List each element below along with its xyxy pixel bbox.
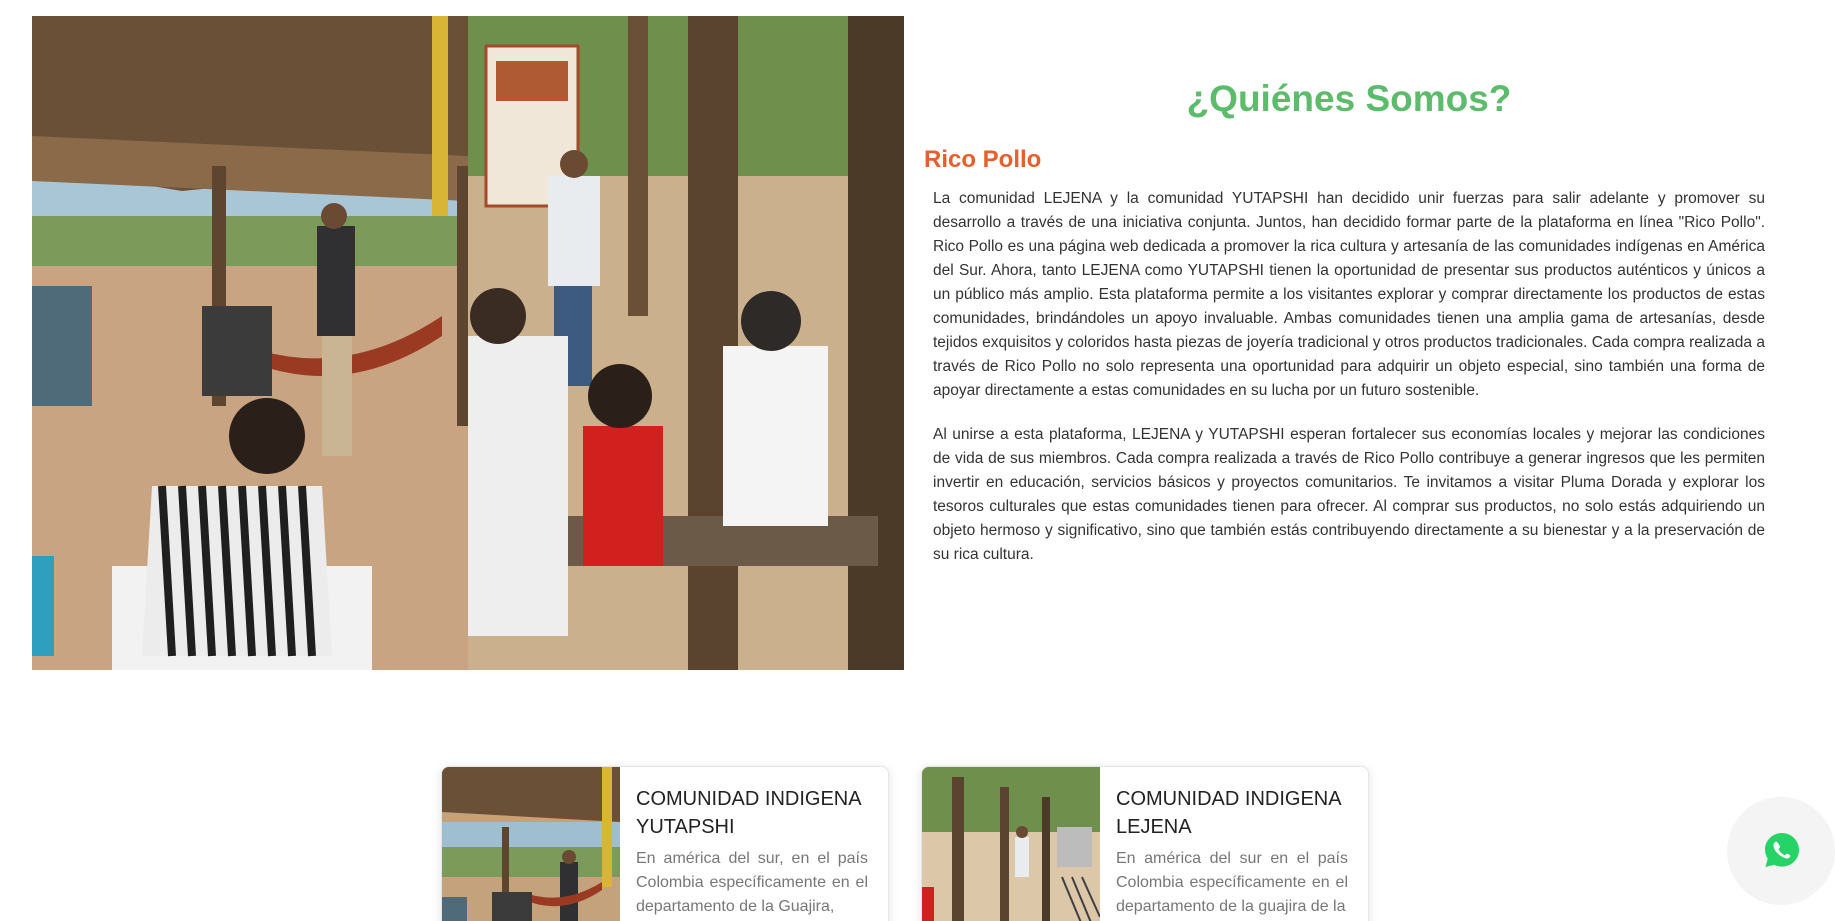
about-subtitle: Rico Pollo (924, 146, 1042, 173)
card-description: En américa del sur en el país Colombia e… (1116, 850, 1348, 915)
card-description: En américa del sur, en el país Colombia … (636, 850, 868, 915)
about-title: ¿Quiénes Somos? (1186, 78, 1512, 119)
community-card-yutapshi[interactable]: COMUNIDAD INDIGENA YUTAPSHI En américa d… (441, 766, 889, 921)
card-title[interactable]: COMUNIDAD INDIGENA LEJENA (1116, 785, 1348, 841)
community-photo-meeting (468, 16, 904, 670)
page: ¿Quiénes Somos? Rico Pollo La comunidad … (0, 0, 1835, 921)
whatsapp-button[interactable] (1762, 830, 1802, 870)
community-photo-shelter (32, 16, 468, 670)
about-paragraph: La comunidad LEJENA y la comunidad YUTAP… (933, 190, 1765, 399)
about-paragraph: Al unirse a esta plataforma, LEJENA y YU… (933, 426, 1765, 563)
whatsapp-icon (1765, 833, 1799, 867)
card-image (922, 767, 1100, 921)
community-card-lejena[interactable]: COMUNIDAD INDIGENA LEJENA En américa del… (921, 766, 1369, 921)
card-title[interactable]: COMUNIDAD INDIGENA YUTAPSHI (636, 785, 868, 841)
about-body: La comunidad LEJENA y la comunidad YUTAP… (933, 187, 1765, 587)
card-image (442, 767, 620, 921)
